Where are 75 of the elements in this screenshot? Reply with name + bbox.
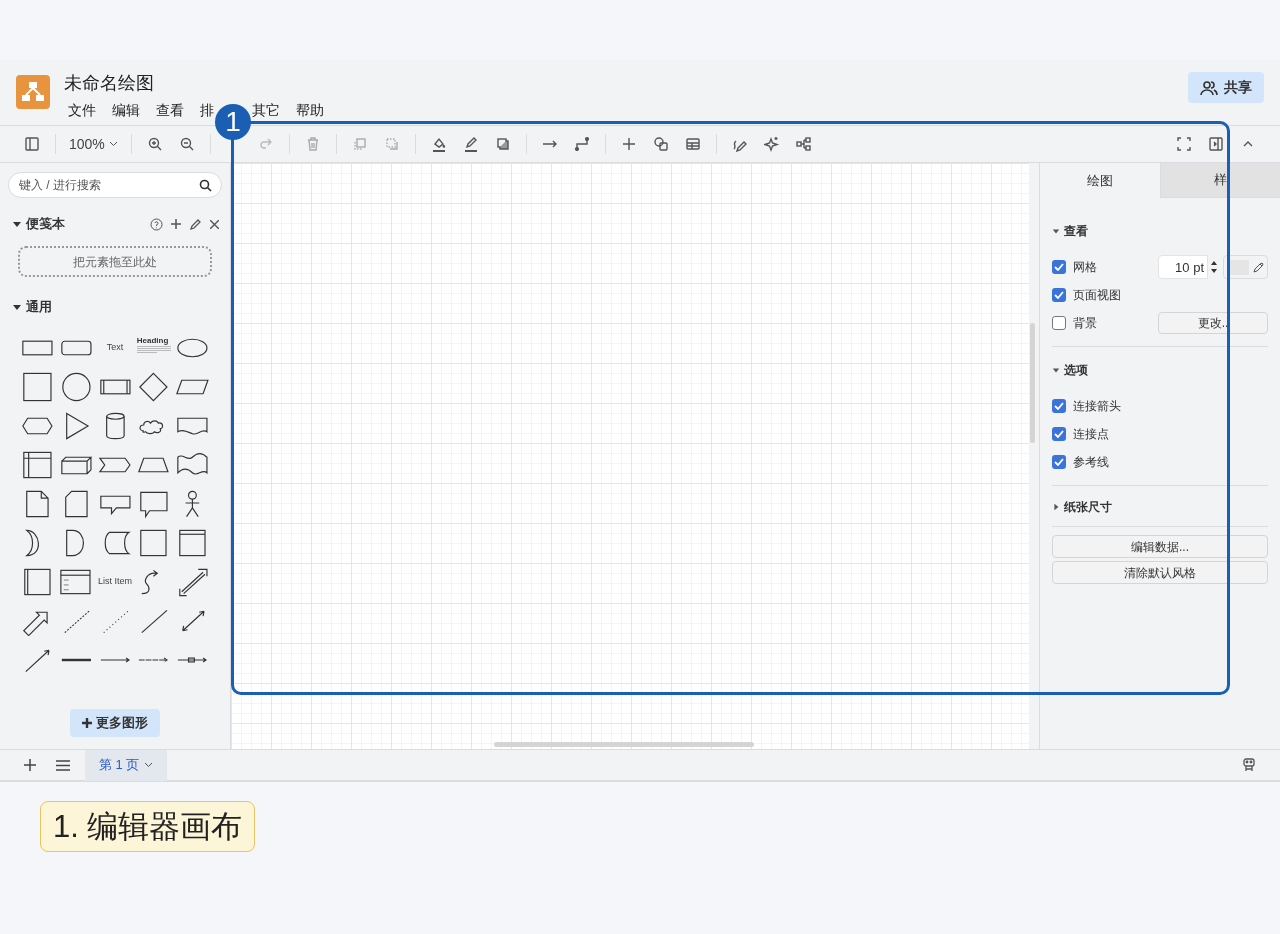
search-icon[interactable] [199, 179, 212, 192]
menu-item[interactable]: 其它 [252, 102, 280, 118]
search-field[interactable]: 键入 / 进行搜索 [8, 172, 222, 198]
add-page-icon[interactable] [24, 759, 36, 771]
fullscreen-icon[interactable] [1176, 136, 1192, 152]
background-label: 背景 [1073, 315, 1097, 332]
checkbox[interactable] [1052, 427, 1066, 441]
section-title[interactable]: 查看 [1064, 222, 1088, 240]
option-label: 参考线 [1073, 454, 1109, 471]
zoom-in-icon[interactable] [146, 136, 163, 152]
checkbox[interactable] [1052, 260, 1066, 274]
app-logo-icon [16, 75, 50, 109]
panel-button[interactable]: 编辑数据... [1052, 535, 1268, 558]
waypoint-icon[interactable] [573, 136, 590, 152]
caret-icon[interactable] [1052, 503, 1060, 511]
plus-icon [82, 718, 92, 728]
table-icon[interactable] [684, 136, 701, 152]
spinner-icon[interactable] [1210, 259, 1218, 275]
plus-icon[interactable] [620, 136, 637, 152]
grid-size-field[interactable]: 10 pt [1158, 255, 1208, 279]
line-color-icon[interactable] [462, 136, 479, 152]
caret-icon[interactable] [12, 302, 22, 312]
caret-icon[interactable] [1052, 366, 1060, 374]
eyedropper-icon[interactable] [1253, 261, 1264, 273]
checkbox[interactable] [1052, 316, 1066, 330]
menu-item[interactable]: 查看 [156, 102, 184, 118]
checkbox[interactable] [1052, 455, 1066, 469]
checkbox[interactable] [1052, 399, 1066, 413]
caret-icon [144, 762, 154, 768]
caret-icon[interactable] [12, 219, 22, 229]
text-shape[interactable]: Text [106, 340, 124, 355]
sidebar-toggle-icon[interactable] [24, 136, 40, 152]
add-icon[interactable] [171, 219, 181, 229]
caret-icon [108, 141, 118, 147]
document-title[interactable]: 未命名绘图 [64, 72, 340, 94]
annotation-caption: 1. 编辑器画布 [40, 801, 256, 852]
panel-tab[interactable]: 样 [1159, 163, 1280, 198]
zoom-out-icon[interactable] [178, 136, 195, 152]
panel-button[interactable]: 清除默认风格 [1052, 561, 1268, 584]
sparkle-icon[interactable] [763, 136, 780, 152]
section-title[interactable]: 纸张尺寸 [1064, 498, 1112, 516]
scrollbar[interactable] [494, 742, 754, 747]
checkbox[interactable] [1052, 288, 1066, 302]
section-title[interactable]: 选项 [1064, 361, 1088, 379]
shapes-icon[interactable] [652, 136, 669, 152]
grid-label: 网格 [1073, 259, 1097, 276]
caret-icon[interactable] [1052, 227, 1060, 235]
more-shapes-button[interactable]: 更多图形 [70, 709, 160, 737]
menu-item[interactable]: 排 [200, 102, 214, 118]
page-tab[interactable]: 第 1 页 [85, 749, 168, 781]
panel-toggle-icon[interactable] [1208, 136, 1224, 152]
edit-icon[interactable] [190, 218, 201, 230]
menu-icon[interactable] [56, 759, 70, 771]
section-title[interactable]: 便笺本 [26, 214, 65, 234]
people-icon [1200, 79, 1218, 96]
drop-zone: 把元素拖至此处 [18, 246, 212, 277]
section-title[interactable]: 通用 [26, 297, 52, 317]
menu-item[interactable]: 文件 [68, 102, 96, 118]
diagram-icon[interactable] [795, 136, 812, 152]
option-label: 连接箭头 [1073, 398, 1121, 415]
page-view-label: 页面视图 [1073, 287, 1121, 304]
menu-item[interactable]: 帮助 [296, 102, 324, 118]
zoom-dropdown[interactable]: 100% [63, 133, 124, 155]
shadow-icon[interactable] [494, 136, 511, 152]
scrollbar[interactable] [1030, 323, 1035, 443]
list-item-shape[interactable]: List Item [98, 574, 132, 589]
help-icon[interactable] [150, 217, 163, 231]
option-label: 连接点 [1073, 426, 1109, 443]
fill-color-icon[interactable] [430, 136, 447, 152]
menu-item[interactable]: 编辑 [112, 102, 140, 118]
change-button[interactable]: 更改.. [1158, 312, 1268, 334]
close-icon[interactable] [210, 219, 219, 229]
color-swatch[interactable] [1223, 255, 1268, 279]
robot-icon[interactable] [1242, 757, 1256, 773]
share-button[interactable]: 共享 [1188, 72, 1264, 103]
